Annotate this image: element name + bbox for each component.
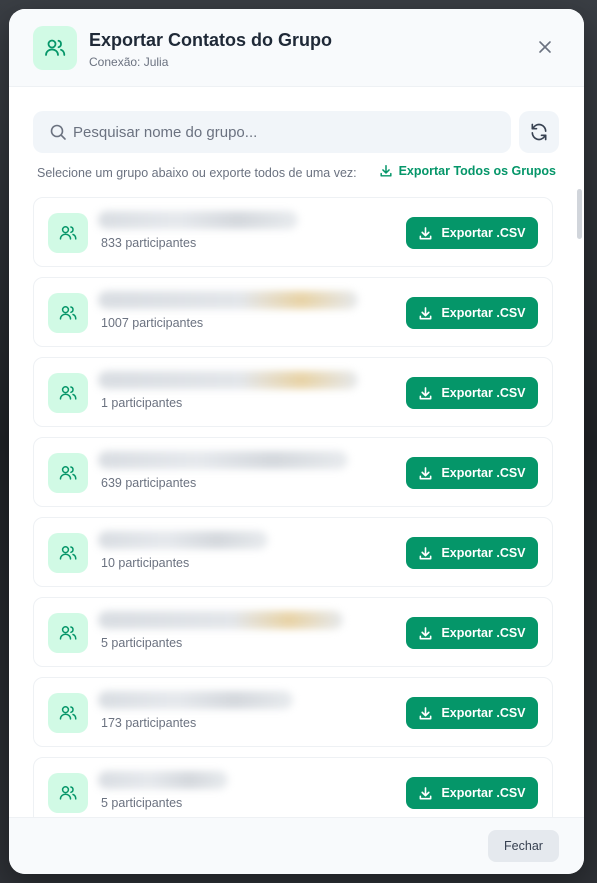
participant-count: 639 participantes: [101, 476, 197, 490]
group-row: 5 participantes Exportar .CSV: [33, 597, 553, 667]
export-csv-button[interactable]: Exportar .CSV: [406, 537, 538, 569]
participant-count: 1 participantes: [101, 396, 183, 410]
download-icon: [420, 626, 432, 639]
export-csv-button[interactable]: Exportar .CSV: [406, 457, 538, 489]
users-icon: [48, 613, 88, 653]
group-name-redacted: [98, 611, 343, 629]
export-csv-label: Exportar .CSV: [441, 786, 526, 800]
download-icon: [420, 546, 432, 559]
close-button[interactable]: Fechar: [488, 830, 559, 862]
users-icon: [48, 293, 88, 333]
group-name-redacted: [98, 291, 358, 309]
export-csv-button[interactable]: Exportar .CSV: [406, 617, 538, 649]
download-icon: [420, 306, 432, 319]
export-csv-button[interactable]: Exportar .CSV: [406, 697, 538, 729]
instruction-text: Selecione um grupo abaixo ou exporte tod…: [37, 166, 357, 180]
dialog-footer: Fechar: [9, 817, 584, 874]
export-csv-label: Exportar .CSV: [441, 306, 526, 320]
group-name-redacted: [98, 371, 358, 389]
close-icon[interactable]: [536, 38, 554, 56]
export-csv-label: Exportar .CSV: [441, 386, 526, 400]
group-name-redacted: [98, 771, 228, 789]
export-csv-button[interactable]: Exportar .CSV: [406, 217, 538, 249]
export-csv-label: Exportar .CSV: [441, 706, 526, 720]
group-name-redacted: [98, 691, 293, 709]
participant-count: 833 participantes: [101, 236, 197, 250]
export-csv-label: Exportar .CSV: [441, 226, 526, 240]
group-list: 833 participantes Exportar .CSV 1007 par…: [33, 197, 553, 817]
group-row: 173 participantes Exportar .CSV: [33, 677, 553, 747]
export-csv-button[interactable]: Exportar .CSV: [406, 297, 538, 329]
export-csv-label: Exportar .CSV: [441, 466, 526, 480]
download-icon: [420, 386, 432, 399]
users-icon: [48, 533, 88, 573]
search-box: [33, 111, 511, 153]
download-icon: [420, 226, 432, 239]
export-contacts-dialog: Exportar Contatos do Grupo Conexão: Juli…: [9, 9, 584, 874]
export-csv-label: Exportar .CSV: [441, 546, 526, 560]
participant-count: 173 participantes: [101, 716, 197, 730]
participant-count: 1007 participantes: [101, 316, 204, 330]
users-icon: [48, 213, 88, 253]
group-name-redacted: [98, 531, 268, 549]
export-csv-button[interactable]: Exportar .CSV: [406, 777, 538, 809]
connection-label: Conexão: Julia: [89, 55, 169, 69]
download-icon: [380, 165, 392, 177]
download-icon: [420, 466, 432, 479]
dialog-header: Exportar Contatos do Grupo Conexão: Juli…: [9, 9, 584, 87]
group-row: 639 participantes Exportar .CSV: [33, 437, 553, 507]
group-row: 5 participantes Exportar .CSV: [33, 757, 553, 817]
group-row: 1 participantes Exportar .CSV: [33, 357, 553, 427]
users-icon: [48, 693, 88, 733]
group-name-redacted: [98, 211, 298, 229]
participant-count: 5 participantes: [101, 796, 183, 810]
search-icon: [49, 123, 67, 141]
export-csv-label: Exportar .CSV: [441, 626, 526, 640]
users-icon: [33, 26, 77, 70]
export-csv-button[interactable]: Exportar .CSV: [406, 377, 538, 409]
dialog-title: Exportar Contatos do Grupo: [89, 30, 332, 50]
group-row: 10 participantes Exportar .CSV: [33, 517, 553, 587]
download-icon: [420, 786, 432, 799]
group-row: 833 participantes Exportar .CSV: [33, 197, 553, 267]
group-name-redacted: [98, 451, 348, 469]
group-row: 1007 participantes Exportar .CSV: [33, 277, 553, 347]
users-icon: [48, 453, 88, 493]
download-icon: [420, 706, 432, 719]
export-all-groups-link[interactable]: Exportar Todos os Grupos: [379, 164, 556, 178]
participant-count: 10 participantes: [101, 556, 190, 570]
scrollbar-thumb[interactable]: [577, 189, 582, 239]
refresh-button[interactable]: [519, 111, 559, 153]
users-icon: [48, 373, 88, 413]
refresh-icon: [531, 123, 547, 141]
search-input[interactable]: [73, 111, 503, 153]
export-all-label: Exportar Todos os Grupos: [398, 164, 556, 178]
users-icon: [48, 773, 88, 813]
participant-count: 5 participantes: [101, 636, 183, 650]
